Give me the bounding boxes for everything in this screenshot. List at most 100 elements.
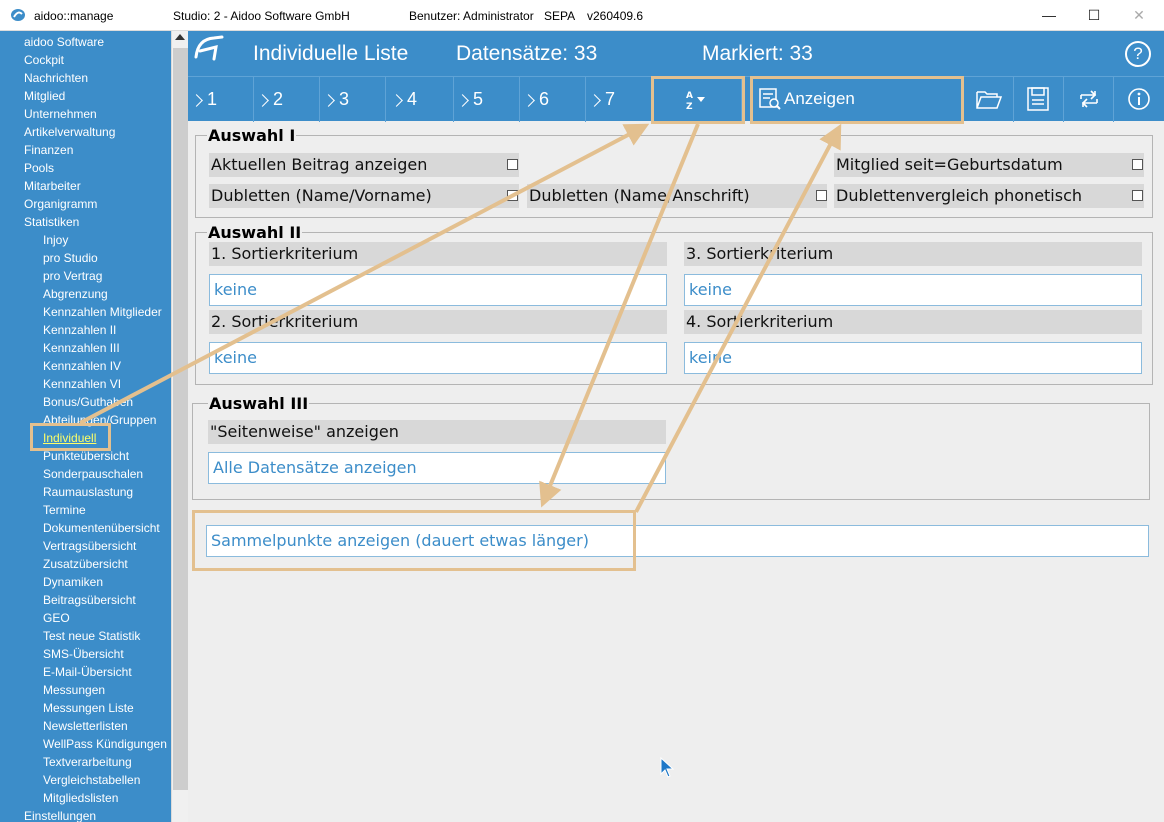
step-3-button[interactable]: 3 bbox=[320, 77, 386, 122]
sidebar-item-label: Artikelverwaltung bbox=[24, 125, 116, 139]
sidebar-item-vertragsübersicht[interactable]: Vertragsübersicht bbox=[0, 537, 171, 555]
sidebar-item-geo[interactable]: GEO bbox=[0, 609, 171, 627]
version-info: v260409.6 bbox=[587, 9, 644, 23]
sidebar-item-organigramm[interactable]: Organigramm bbox=[0, 195, 171, 213]
sidebar-item-label: Organigramm bbox=[24, 197, 98, 211]
sidebar-item-bonus-guthaben[interactable]: Bonus/Guthaben bbox=[0, 393, 171, 411]
sidebar-item-nachrichten[interactable]: Nachrichten bbox=[0, 69, 171, 87]
sidebar-item-sms-übersicht[interactable]: SMS-Übersicht bbox=[0, 645, 171, 663]
sidebar-item-label: Bonus/Guthaben bbox=[43, 395, 134, 409]
sidebar-item-label: Dokumentenübersicht bbox=[43, 521, 160, 535]
sidebar-item-dynamiken[interactable]: Dynamiken bbox=[0, 573, 171, 591]
scroll-up-arrow-icon[interactable] bbox=[175, 34, 185, 40]
sidebar-item-statistiken[interactable]: Statistiken bbox=[0, 213, 171, 231]
seitenweise-field[interactable]: Alle Datensätze anzeigen bbox=[208, 452, 666, 484]
sidebar-item-label: Messungen Liste bbox=[43, 701, 134, 715]
sidebar-item-injoy[interactable]: Injoy bbox=[0, 231, 171, 249]
auswahl-3-section: Auswahl III "Seitenweise" anzeigen Alle … bbox=[192, 394, 1150, 500]
step-1-button[interactable]: 1 bbox=[188, 77, 254, 122]
sidebar-item-abgrenzung[interactable]: Abgrenzung bbox=[0, 285, 171, 303]
dubletten-anschrift-checkbox[interactable] bbox=[816, 190, 827, 201]
sidebar-item-zusatzübersicht[interactable]: Zusatzübersicht bbox=[0, 555, 171, 573]
sidebar-item-mitgliedslisten[interactable]: Mitgliedslisten bbox=[0, 789, 171, 807]
swap-button[interactable] bbox=[1064, 77, 1114, 122]
save-icon bbox=[1027, 87, 1049, 111]
sidebar-item-raumauslastung[interactable]: Raumauslastung bbox=[0, 483, 171, 501]
sidebar-item-einstellungen[interactable]: Einstellungen bbox=[0, 807, 171, 822]
sidebar-item-label: Mitarbeiter bbox=[24, 179, 81, 193]
step-label: 3 bbox=[339, 89, 350, 109]
swap-icon bbox=[1080, 90, 1098, 108]
sort-4-field[interactable]: keine bbox=[684, 342, 1142, 374]
minimize-button[interactable]: — bbox=[1037, 4, 1061, 26]
sidebar-item-kennzahlen-mitglieder[interactable]: Kennzahlen Mitglieder bbox=[0, 303, 171, 321]
sidebar-item-pools[interactable]: Pools bbox=[0, 159, 171, 177]
sidebar-item-label: Kennzahlen VI bbox=[43, 377, 122, 391]
window-titlebar: aidoo::manage Studio: 2 - Aidoo Software… bbox=[0, 0, 1164, 31]
sidebar-item-kennzahlen-vi[interactable]: Kennzahlen VI bbox=[0, 375, 171, 393]
step-4-button[interactable]: 4 bbox=[388, 77, 454, 122]
sidebar-item-dokumentenübersicht[interactable]: Dokumentenübersicht bbox=[0, 519, 171, 537]
sidebar-item-messungen[interactable]: Messungen bbox=[0, 681, 171, 699]
aktuellen-beitrag-checkbox[interactable] bbox=[507, 159, 518, 170]
sidebar-item-label: Unternehmen bbox=[24, 107, 97, 121]
sidebar-item-kennzahlen-iv[interactable]: Kennzahlen IV bbox=[0, 357, 171, 375]
sepa-info: SEPA bbox=[544, 9, 576, 23]
sidebar-item-cockpit[interactable]: Cockpit bbox=[0, 51, 171, 69]
sidebar-item-newsletterlisten[interactable]: Newsletterlisten bbox=[0, 717, 171, 735]
sidebar-item-textverarbeitung[interactable]: Textverarbeitung bbox=[0, 753, 171, 771]
scrollbar-thumb[interactable] bbox=[173, 48, 188, 790]
sidebar-item-label: Kennzahlen Mitglieder bbox=[43, 305, 162, 319]
sidebar-item-label: Pools bbox=[24, 161, 55, 175]
sidebar-item-wellpass-kündigungen[interactable]: WellPass Kündigungen bbox=[0, 735, 171, 753]
step-5-button[interactable]: 5 bbox=[454, 77, 520, 122]
sidebar-item-messungen-liste[interactable]: Messungen Liste bbox=[0, 699, 171, 717]
sidebar-item-mitarbeiter[interactable]: Mitarbeiter bbox=[0, 177, 171, 195]
open-button[interactable] bbox=[964, 77, 1014, 122]
maximize-button[interactable]: ☐ bbox=[1082, 4, 1106, 26]
sidebar-item-unternehmen[interactable]: Unternehmen bbox=[0, 105, 171, 123]
dubletten-phonetisch-checkbox[interactable] bbox=[1132, 190, 1143, 201]
sidebar-item-aidoo-software[interactable]: aidoo Software bbox=[0, 33, 171, 51]
mitglied-seit-checkbox[interactable] bbox=[1132, 159, 1143, 170]
help-button[interactable]: ? bbox=[1125, 41, 1151, 67]
info-button[interactable] bbox=[1114, 77, 1164, 122]
sidebar-item-kennzahlen-ii[interactable]: Kennzahlen II bbox=[0, 321, 171, 339]
sidebar-item-e-mail-übersicht[interactable]: E-Mail-Übersicht bbox=[0, 663, 171, 681]
sidebar-item-artikelverwaltung[interactable]: Artikelverwaltung bbox=[0, 123, 171, 141]
sidebar-item-kennzahlen-iii[interactable]: Kennzahlen III bbox=[0, 339, 171, 357]
dubletten-name-checkbox[interactable] bbox=[507, 190, 518, 201]
info-icon bbox=[1128, 88, 1150, 110]
auswahl-1-section: Auswahl I Aktuellen Beitrag anzeigen Mit… bbox=[195, 126, 1153, 218]
chevron-right-icon bbox=[588, 94, 601, 107]
sort-1-field[interactable]: keine bbox=[209, 274, 667, 306]
sidebar-item-vergleichstabellen[interactable]: Vergleichstabellen bbox=[0, 771, 171, 789]
sidebar-item-label: pro Studio bbox=[43, 251, 98, 265]
sidebar-item-mitglied[interactable]: Mitglied bbox=[0, 87, 171, 105]
sidebar-item-label: Mitglied bbox=[24, 89, 66, 103]
aktuellen-beitrag-label: Aktuellen Beitrag anzeigen bbox=[209, 153, 519, 177]
chevron-right-icon bbox=[256, 94, 269, 107]
auswahl-3-legend: Auswahl III bbox=[208, 394, 310, 413]
close-button[interactable]: ✕ bbox=[1127, 4, 1151, 26]
sidebar-item-pro-studio[interactable]: pro Studio bbox=[0, 249, 171, 267]
sort-3-field[interactable]: keine bbox=[684, 274, 1142, 306]
marked-count: Markiert: 33 bbox=[702, 42, 813, 65]
sort-2-field[interactable]: keine bbox=[209, 342, 667, 374]
chevron-right-icon bbox=[390, 94, 403, 107]
step-6-button[interactable]: 6 bbox=[520, 77, 586, 122]
save-button[interactable] bbox=[1014, 77, 1064, 122]
step-7-button[interactable]: 7 bbox=[586, 77, 654, 122]
sidebar-item-label: Test neue Statistik bbox=[43, 629, 141, 643]
sidebar-item-pro-vertrag[interactable]: pro Vertrag bbox=[0, 267, 171, 285]
sidebar-item-finanzen[interactable]: Finanzen bbox=[0, 141, 171, 159]
sidebar-item-label: Kennzahlen II bbox=[43, 323, 117, 337]
sidebar-item-test-neue-statistik[interactable]: Test neue Statistik bbox=[0, 627, 171, 645]
step-2-button[interactable]: 2 bbox=[254, 77, 320, 122]
sidebar-item-sonderpauschalen[interactable]: Sonderpauschalen bbox=[0, 465, 171, 483]
sidebar-item-beitragsübersicht[interactable]: Beitragsübersicht bbox=[0, 591, 171, 609]
aidoo-logo-icon bbox=[194, 35, 224, 61]
sidebar-scrollbar[interactable] bbox=[171, 31, 188, 822]
sidebar-item-label: aidoo Software bbox=[24, 35, 105, 49]
sidebar-item-termine[interactable]: Termine bbox=[0, 501, 171, 519]
